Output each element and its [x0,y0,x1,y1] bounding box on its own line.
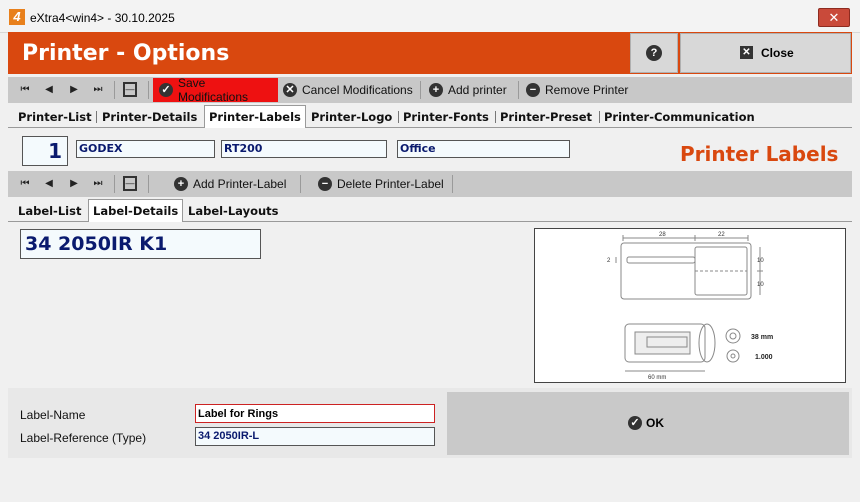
cancel-icon: ✕ [283,83,297,97]
page-title: Printer - Options [22,41,230,66]
label-count: 1.000 [755,354,773,361]
app-logo-icon: 4 [9,9,25,25]
delete-printer-label-text: Delete Printer-Label [337,177,444,191]
label-preview-image: 28 22 2 10 10 60 mm 38 mm 1.000 [534,228,846,383]
tab-separator [495,111,496,123]
check-icon: ✓ [159,83,173,97]
cancel-label: Cancel Modifications [302,83,413,97]
tab-label-layouts[interactable]: Label-Layouts [186,202,281,220]
close-label: Close [761,46,794,60]
minus-icon: − [526,83,540,97]
printer-brand-field[interactable]: GODEX [76,140,215,158]
dim-right-top: 10 [757,258,764,264]
dim-left: 2 [607,258,611,264]
label-reference-caption: Label-Reference (Type) [20,431,147,445]
label-form-icon[interactable]: — [123,176,137,191]
toolbar-separator [114,81,115,99]
label-name-input[interactable] [195,404,435,423]
ok-button[interactable]: ✓ OK [447,392,849,455]
save-label: Save Modifications [178,76,249,104]
label-code-field[interactable]: 34 2050IR K1 [20,229,261,259]
label-toolbar: ⏮ ◀ ▶ ⏭ — + Add Printer-Label − Delete P… [8,171,852,197]
window-title: eXtra4<win4> - 30.10.2025 [30,11,175,25]
tab-printer-labels[interactable]: Printer-Labels [204,105,306,128]
printer-location-field[interactable]: Office [397,140,570,158]
close-button[interactable]: ✕ Close [680,33,851,73]
tab-printer-logo[interactable]: Printer-Logo [309,108,394,126]
window-close-button[interactable]: ✕ [818,8,850,27]
label-name-caption: Label-Name [20,408,86,422]
first-record-icon[interactable]: ⏮ [18,83,32,97]
minus-icon: − [318,177,332,191]
label-tabs: Label-List Label-Details Label-Layouts [8,199,852,222]
save-modifications-button[interactable]: ✓ Save Modifications [153,76,278,104]
ok-content: ✓ OK [628,416,664,430]
dim-top-right: 22 [718,232,725,238]
toolbar-separator [420,81,421,99]
tab-printer-details[interactable]: Printer-Details [100,108,199,126]
next-label-icon[interactable]: ▶ [67,177,81,191]
section-title: Printer Labels [680,142,839,166]
first-label-icon[interactable]: ⏮ [18,177,32,191]
record-form-icon[interactable]: — [123,82,137,97]
remove-printer-label: Remove Printer [545,83,629,97]
plus-icon: + [174,177,188,191]
last-record-icon[interactable]: ⏭ [91,83,105,97]
core-size: 38 mm [751,334,773,341]
close-icon: ✕ [740,46,753,59]
last-label-icon[interactable]: ⏭ [91,177,105,191]
roll-width: 60 mm [648,375,666,381]
previous-label-icon[interactable]: ◀ [42,177,56,191]
printer-model-field[interactable]: RT200 [221,140,387,158]
toolbar-separator [148,175,149,193]
plus-icon: + [429,83,443,97]
toolbar-separator [148,81,149,99]
help-icon: ? [646,45,662,61]
add-printer-button[interactable]: + Add printer [429,77,507,103]
previous-record-icon[interactable]: ◀ [42,83,56,97]
add-printer-label-button[interactable]: + Add Printer-Label [174,171,286,197]
tab-printer-list[interactable]: Printer-List [16,108,94,126]
tab-printer-communication[interactable]: Printer-Communication [602,108,757,126]
label-diagram: 28 22 2 10 10 60 mm 38 mm 1.000 [607,232,773,381]
ok-label: OK [646,416,664,430]
help-button[interactable]: ? [630,33,678,73]
label-reference-field[interactable]: 34 2050IR-L [195,427,435,446]
toolbar-separator [518,81,519,99]
add-printer-label-text: Add Printer-Label [193,177,287,191]
dim-top-left: 28 [659,232,666,238]
dim-right-bottom: 10 [757,282,764,288]
tab-printer-fonts[interactable]: Printer-Fonts [401,108,491,126]
printer-number-field[interactable]: 1 [22,136,68,166]
tab-label-details[interactable]: Label-Details [88,199,184,222]
printer-toolbar: ⏮ ◀ ▶ ⏭ — ✓ Save Modifications ✕ Cancel … [8,76,852,104]
toolbar-separator [114,175,115,193]
next-record-icon[interactable]: ▶ [67,83,81,97]
tab-label-list[interactable]: Label-List [16,202,83,220]
toolbar-separator [452,175,453,193]
toolbar-separator [300,175,301,193]
remove-printer-button[interactable]: − Remove Printer [526,77,628,103]
tab-separator [599,111,600,123]
delete-printer-label-button[interactable]: − Delete Printer-Label [318,171,444,197]
tab-printer-preset[interactable]: Printer-Preset [498,108,594,126]
tab-separator [96,111,97,123]
cancel-modifications-button[interactable]: ✕ Cancel Modifications [283,77,413,103]
printer-tabs: Printer-List Printer-Details Printer-Lab… [8,105,852,128]
tab-separator [398,111,399,123]
add-printer-label: Add printer [448,83,507,97]
check-icon: ✓ [628,416,642,430]
